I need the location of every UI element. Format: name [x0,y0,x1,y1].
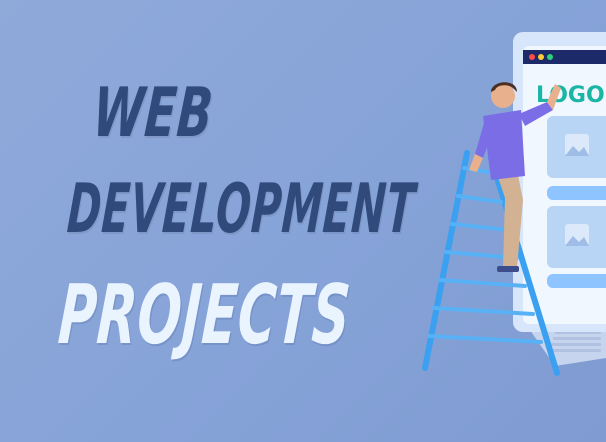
title-development: DEVELOPMENT [65,170,418,249]
browser-bar [523,50,606,64]
close-dot-icon [529,54,535,60]
illustration-svg: LOGO [422,32,606,376]
title-web: WEB [90,74,216,153]
laptop-screen: LOGO [513,32,606,332]
title-projects: PROJECTS [55,268,354,363]
title-block: WEB DEVELOPMENT PROJECTS [0,0,430,442]
minimize-dot-icon [538,54,544,60]
developer-illustration: LOGO [405,18,606,398]
maximize-dot-icon [547,54,553,60]
